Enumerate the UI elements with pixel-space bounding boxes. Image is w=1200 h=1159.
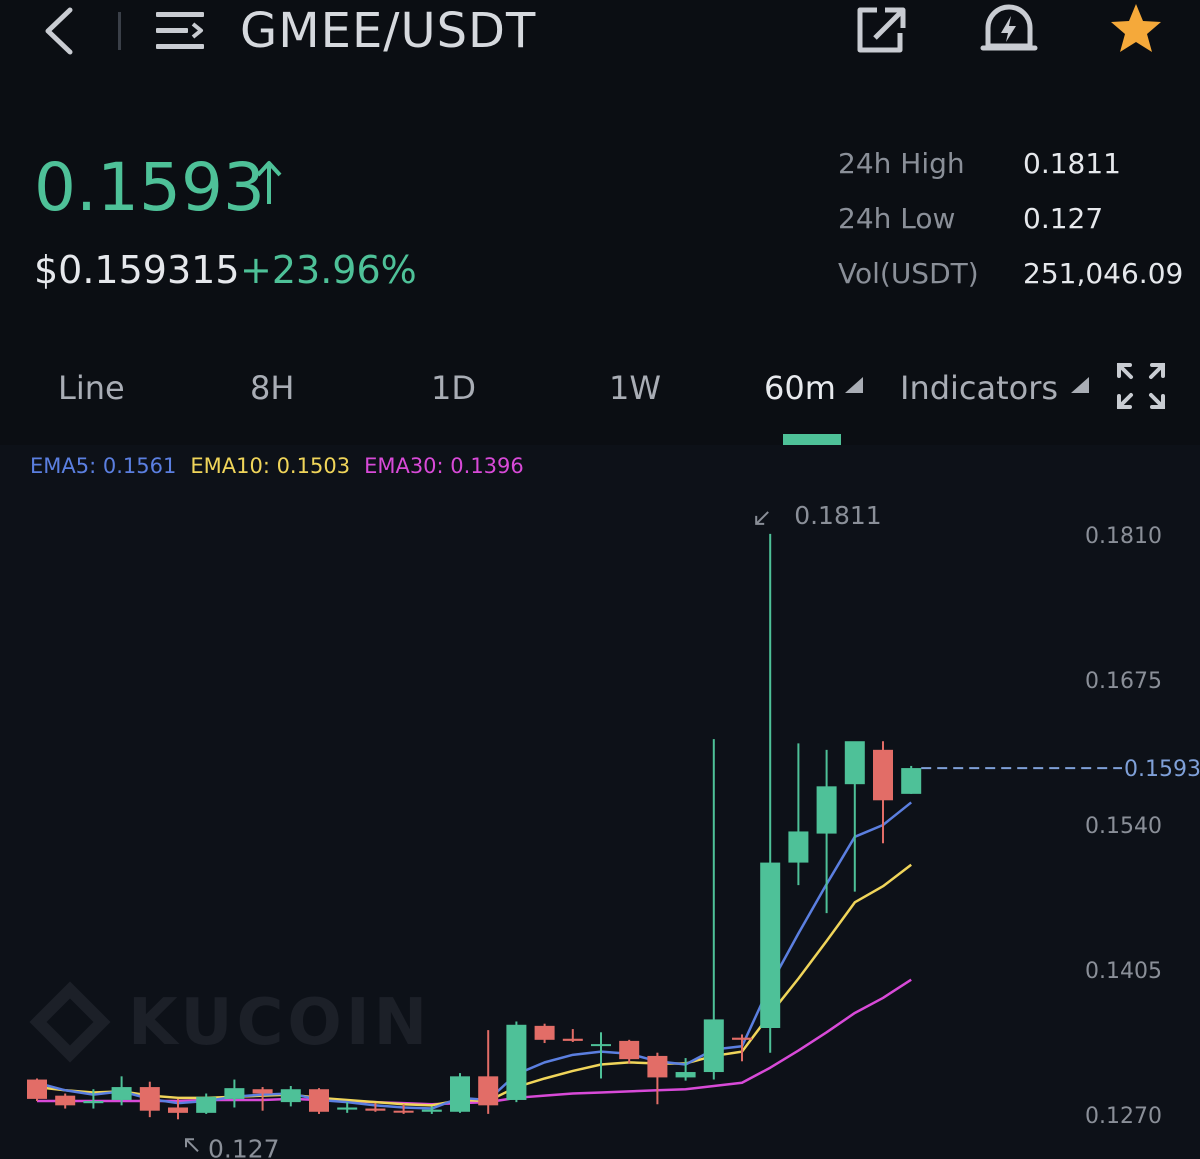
chart-area[interactable] (0, 445, 1200, 1159)
stat-value-high: 0.1811 (1023, 147, 1121, 180)
favorite-star-icon[interactable] (1108, 2, 1164, 54)
ema10-label: EMA10: 0.1503 (190, 454, 351, 478)
arrow-up-icon (256, 161, 282, 204)
top-bar: GMEE/USDT (0, 0, 1200, 62)
ema-legend: EMA5: 0.1561 EMA10: 0.1503 EMA30: 0.1396 (30, 452, 538, 480)
tab-1w[interactable]: 1W (609, 366, 661, 410)
usd-price: $0.159315 (34, 248, 240, 292)
fullscreen-icon[interactable] (1115, 361, 1167, 411)
tab-line[interactable]: Line (58, 366, 125, 410)
tab-interval-60m[interactable]: 60m (764, 366, 836, 410)
stat-label-high: 24h High (838, 147, 965, 180)
back-icon[interactable] (40, 6, 80, 56)
menu-icon[interactable] (153, 7, 207, 55)
ema5-label: EMA5: 0.1561 (30, 454, 177, 478)
indicators-dropdown-icon[interactable] (1071, 377, 1089, 393)
last-price: 0.1593 (34, 149, 265, 226)
stat-label-volume: Vol(USDT) (838, 257, 979, 290)
stat-value-low: 0.127 (1023, 202, 1104, 235)
stat-value-volume: 251,046.09 (1023, 257, 1184, 290)
tab-8h[interactable]: 8H (250, 366, 294, 410)
active-tab-indicator (783, 434, 841, 445)
tab-1d[interactable]: 1D (431, 366, 476, 410)
header-divider (118, 12, 121, 50)
page-title: GMEE/USDT (240, 3, 537, 59)
interval-dropdown-icon[interactable] (845, 377, 863, 393)
share-icon[interactable] (855, 4, 909, 54)
price-change-percent: +23.96% (240, 248, 417, 292)
tab-indicators[interactable]: Indicators (900, 366, 1058, 410)
stat-label-low: 24h Low (838, 202, 956, 235)
price-alert-icon[interactable] (980, 2, 1038, 54)
ema30-label: EMA30: 0.1396 (364, 454, 524, 478)
